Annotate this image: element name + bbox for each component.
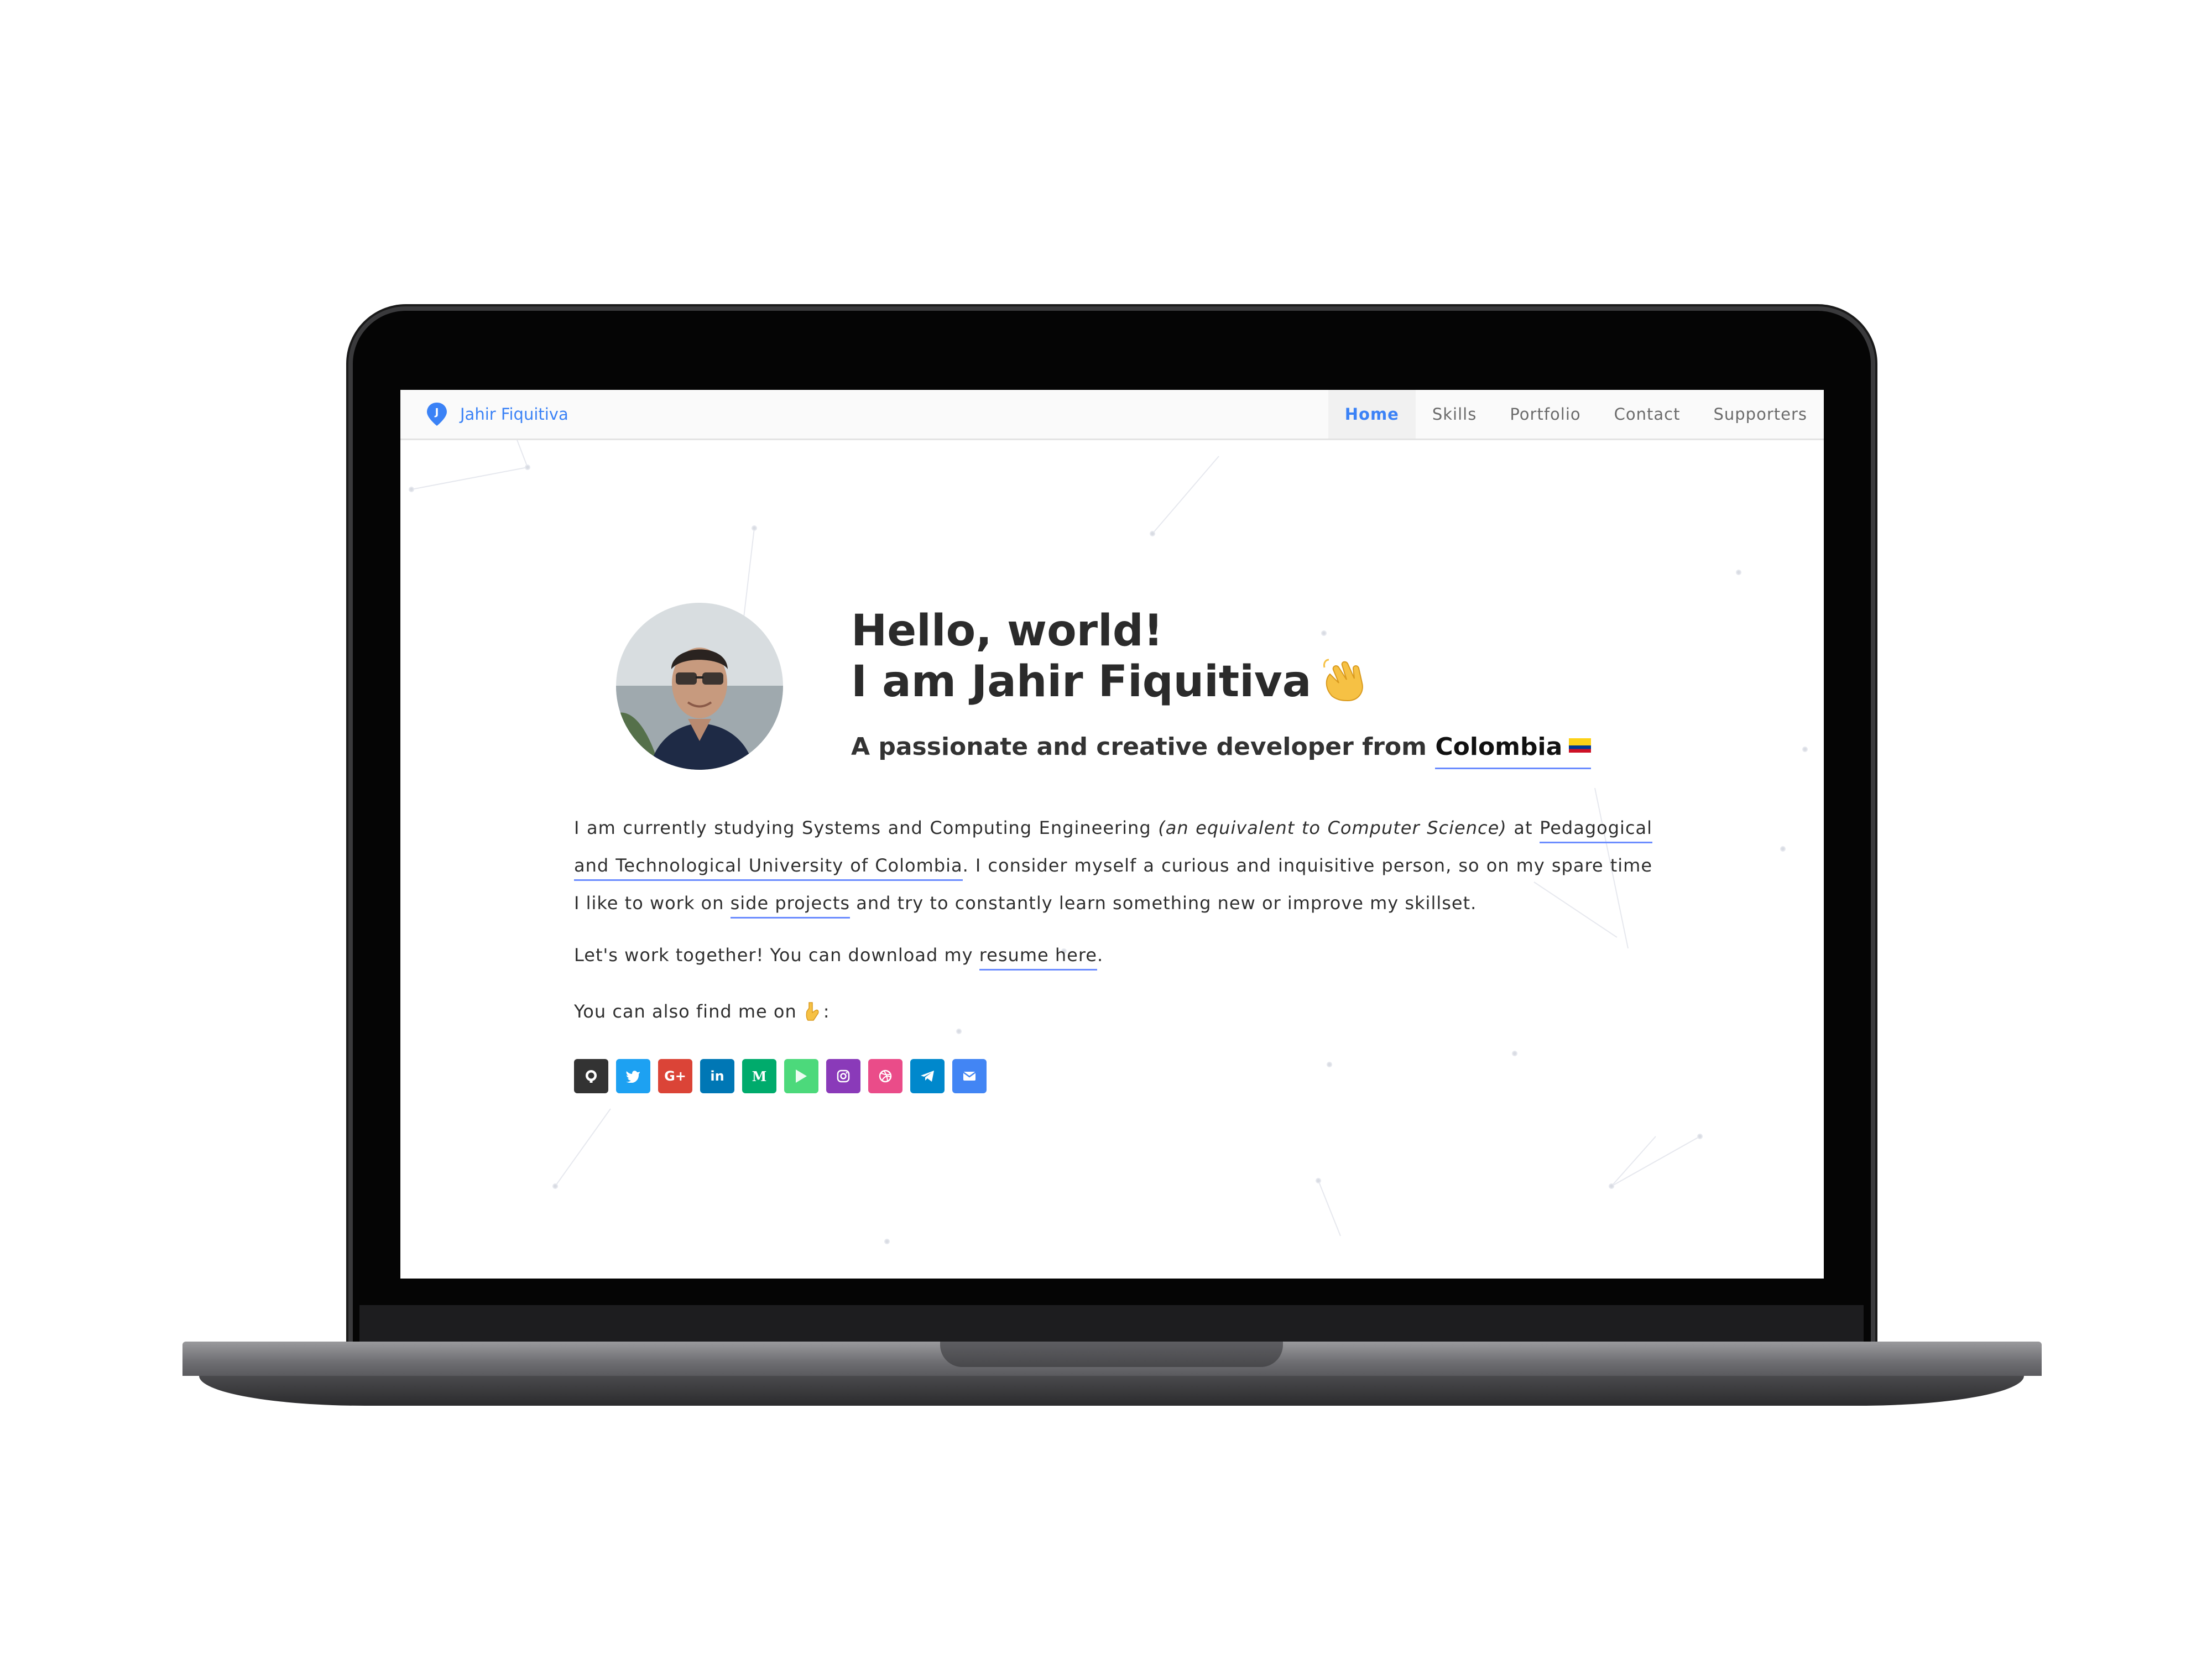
laptop-chin: [359, 1305, 1864, 1342]
resume-paragraph: Let's work together! You can download my…: [574, 945, 1104, 971]
find-me-colon: :: [823, 1001, 830, 1022]
navbar: J Jahir Fiquitiva Home Skills Portfolio …: [400, 390, 1824, 440]
nav-contact[interactable]: Contact: [1598, 390, 1697, 439]
side-projects-link[interactable]: side projects: [730, 893, 851, 919]
bio-paragraph: I am currently studying Systems and Comp…: [574, 809, 1653, 922]
bio-text-2: at: [1506, 817, 1540, 838]
social-links: G+ in M: [574, 1059, 987, 1093]
pointing-down-icon: [806, 1002, 819, 1021]
telegram-button[interactable]: [910, 1059, 945, 1093]
email-icon: [963, 1071, 976, 1081]
google-play-button[interactable]: [784, 1059, 818, 1093]
nav-skills[interactable]: Skills: [1416, 390, 1493, 439]
laptop-screen: J Jahir Fiquitiva Home Skills Portfolio …: [400, 390, 1824, 1279]
nav-home[interactable]: Home: [1328, 390, 1416, 439]
dribbble-button[interactable]: [868, 1059, 902, 1093]
find-me-label: You can also find me on: [574, 1001, 797, 1022]
hero-heading: Hello, world! I am Jahir Fiquitiva: [851, 606, 1368, 707]
medium-button[interactable]: M: [742, 1059, 776, 1093]
bio-italic: (an equivalent to Computer Science): [1158, 817, 1507, 838]
linkedin-button[interactable]: in: [700, 1059, 734, 1093]
colombia-flag-icon: [1569, 738, 1592, 753]
find-me-text: You can also find me on :: [574, 1001, 830, 1022]
google-play-icon: [796, 1070, 807, 1083]
bio-text-1: I am currently studying Systems and Comp…: [574, 817, 1159, 838]
resume-prefix: Let's work together! You can download my: [574, 945, 979, 966]
nav-supporters[interactable]: Supporters: [1697, 390, 1824, 439]
github-button[interactable]: [574, 1059, 608, 1093]
twitter-icon: [626, 1071, 640, 1083]
greeting-line2: I am Jahir Fiquitiva: [851, 657, 1312, 707]
laptop-notch: [940, 1342, 1283, 1367]
brand-name: Jahir Fiquitiva: [460, 405, 568, 424]
instagram-icon: [837, 1070, 850, 1083]
svg-text:J: J: [434, 406, 439, 418]
greeting-line1: Hello, world!: [851, 606, 1164, 656]
laptop-base-bottom: [199, 1376, 2024, 1406]
github-icon: [586, 1070, 597, 1083]
brand-logo-icon: J: [427, 403, 447, 426]
dribbble-icon: [879, 1070, 892, 1083]
tagline: A passionate and creative developer from…: [851, 733, 1592, 769]
resume-suffix: .: [1097, 945, 1104, 966]
telegram-icon: [921, 1071, 934, 1082]
bio-text-4: and try to constantly learn something ne…: [850, 893, 1477, 914]
email-button[interactable]: [952, 1059, 987, 1093]
waving-hand-icon: [1323, 659, 1364, 702]
google-plus-button[interactable]: G+: [658, 1059, 692, 1093]
tagline-prefix: A passionate and creative developer from: [851, 733, 1427, 761]
nav-links: Home Skills Portfolio Contact Supporters: [1328, 390, 1824, 439]
twitter-button[interactable]: [616, 1059, 650, 1093]
nav-portfolio[interactable]: Portfolio: [1493, 390, 1597, 439]
country-link[interactable]: Colombia: [1435, 733, 1592, 769]
brand-link[interactable]: J Jahir Fiquitiva: [426, 401, 568, 427]
country-name: Colombia: [1435, 733, 1563, 761]
avatar-portrait: [616, 603, 783, 770]
instagram-button[interactable]: [826, 1059, 860, 1093]
avatar: [616, 603, 783, 770]
resume-link[interactable]: resume here: [979, 945, 1097, 971]
